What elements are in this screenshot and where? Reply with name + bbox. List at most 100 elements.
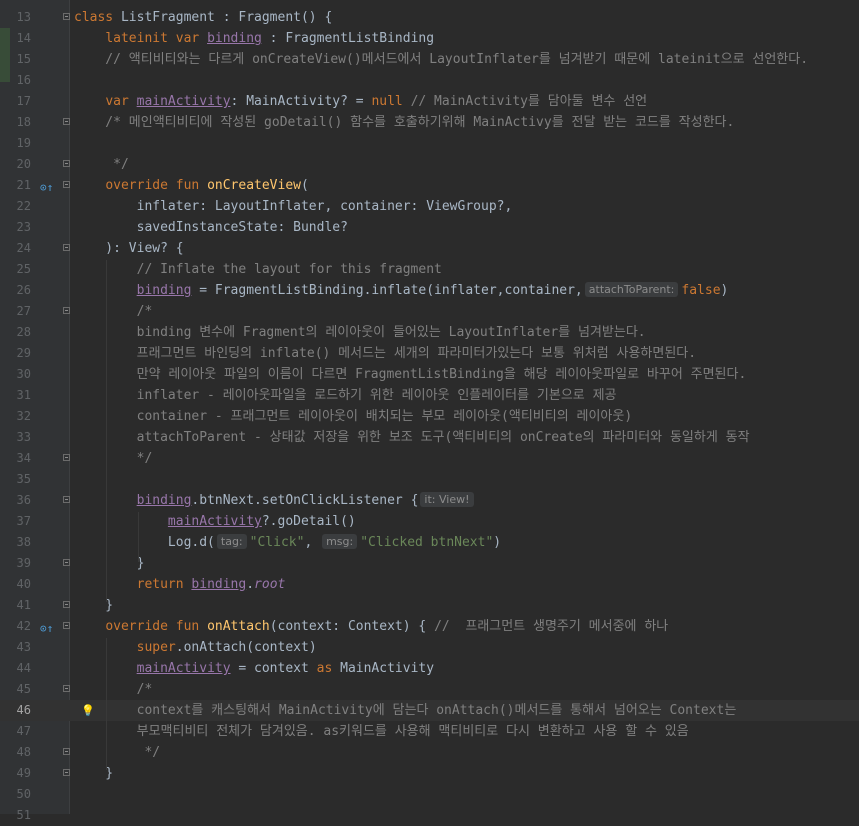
code-line-14[interactable]: 14 lateinit var binding : FragmentListBi… xyxy=(0,28,859,49)
code-line-31[interactable]: 31 inflater - 레이아웃파일을 로드하기 위한 레이아웃 인플레이터… xyxy=(0,385,859,406)
code-line-15[interactable]: 15 // 액티비티와는 다르게 onCreateView()메서드에서 Lay… xyxy=(0,49,859,70)
override-method-icon[interactable]: ⊙↑ xyxy=(40,618,53,639)
code-line-27[interactable]: 27 /* xyxy=(0,301,859,322)
line-number[interactable]: 46 xyxy=(0,700,31,721)
code-text[interactable]: } xyxy=(74,595,113,616)
code-text[interactable]: // 액티비티와는 다르게 onCreateView()메서드에서 Layout… xyxy=(74,49,808,70)
code-line-21[interactable]: 21 ⊙↑ override fun onCreateView( xyxy=(0,175,859,196)
code-line-22[interactable]: 22 inflater: LayoutInflater, container: … xyxy=(0,196,859,217)
line-number[interactable]: 22 xyxy=(0,196,31,217)
line-number[interactable]: 51 xyxy=(0,805,31,826)
line-number[interactable]: 40 xyxy=(0,574,31,595)
line-number[interactable]: 49 xyxy=(0,763,31,784)
code-line-32[interactable]: 32 container - 프래그먼트 레이아웃이 배치되는 부모 레이아웃(… xyxy=(0,406,859,427)
code-line-49[interactable]: 49 } xyxy=(0,763,859,784)
line-number[interactable]: 31 xyxy=(0,385,31,406)
override-method-icon[interactable]: ⊙↑ xyxy=(40,177,53,198)
code-text[interactable]: 프래그먼트 바인딩의 inflate() 메서드는 세개의 파라미터가있는다 보… xyxy=(74,343,696,364)
code-text[interactable]: class ListFragment : Fragment() { xyxy=(74,7,332,28)
code-line-42[interactable]: 42 ⊙↑ override fun onAttach(context: Cont… xyxy=(0,616,859,637)
fold-toggle-icon[interactable] xyxy=(63,454,70,461)
fold-toggle-icon[interactable] xyxy=(63,748,70,755)
code-line-40[interactable]: 40 return binding.root xyxy=(0,574,859,595)
line-number[interactable]: 13 xyxy=(0,7,31,28)
code-line-38[interactable]: 38 Log.d(tag: "Click", msg: "Clicked btnNe… xyxy=(0,532,859,553)
line-number[interactable]: 20 xyxy=(0,154,31,175)
line-number[interactable]: 25 xyxy=(0,259,31,280)
fold-toggle-icon[interactable] xyxy=(63,769,70,776)
line-number[interactable]: 30 xyxy=(0,364,31,385)
line-number[interactable]: 23 xyxy=(0,217,31,238)
code-line-26[interactable]: 26 binding = FragmentListBinding.inflate… xyxy=(0,280,859,301)
code-text[interactable]: attachToParent - 상태값 저장을 위한 보조 도구(액티비티의 … xyxy=(74,427,750,448)
code-text[interactable]: mainActivity = context as MainActivity xyxy=(74,658,434,679)
fold-toggle-icon[interactable] xyxy=(63,118,70,125)
line-number[interactable]: 41 xyxy=(0,595,31,616)
code-text[interactable]: ): View? { xyxy=(74,238,183,259)
code-text[interactable]: // Inflate the layout for this fragment xyxy=(74,259,442,280)
fold-toggle-icon[interactable] xyxy=(63,13,70,20)
fold-toggle-icon[interactable] xyxy=(63,496,70,503)
line-number[interactable]: 48 xyxy=(0,742,31,763)
code-line-47[interactable]: 47 부모맥티비티 전체가 담겨있음. as키워드를 사용해 맥티비티로 다시 … xyxy=(0,721,859,742)
line-number[interactable]: 34 xyxy=(0,448,31,469)
code-text[interactable]: super.onAttach(context) xyxy=(74,637,317,658)
line-number[interactable]: 38 xyxy=(0,532,31,553)
line-number[interactable]: 47 xyxy=(0,721,31,742)
line-number[interactable]: 37 xyxy=(0,511,31,532)
code-line-23[interactable]: 23 savedInstanceState: Bundle? xyxy=(0,217,859,238)
code-text[interactable]: override fun onAttach(context: Context) … xyxy=(74,616,668,637)
code-line-29[interactable]: 29 프래그먼트 바인딩의 inflate() 메서드는 세개의 파라미터가있는… xyxy=(0,343,859,364)
fold-toggle-icon[interactable] xyxy=(63,181,70,188)
code-text[interactable]: 만약 레이아웃 파일의 이름이 다르면 FragmentListBinding을… xyxy=(74,364,747,385)
code-line-28[interactable]: 28 binding 변수에 Fragment의 레이아웃이 들어있는 Layo… xyxy=(0,322,859,343)
code-text[interactable]: /* xyxy=(74,301,153,322)
fold-toggle-icon[interactable] xyxy=(63,685,70,692)
line-number[interactable]: 35 xyxy=(0,469,31,490)
fold-toggle-icon[interactable] xyxy=(63,622,70,629)
line-number[interactable]: 19 xyxy=(0,133,31,154)
code-line-37[interactable]: 37 mainActivity?.goDetail() xyxy=(0,511,859,532)
code-line-33[interactable]: 33 attachToParent - 상태값 저장을 위한 보조 도구(액티비… xyxy=(0,427,859,448)
code-text[interactable]: mainActivity?.goDetail() xyxy=(74,511,356,532)
code-text[interactable]: inflater: LayoutInflater, container: Vie… xyxy=(74,196,513,217)
code-text[interactable]: binding = FragmentListBinding.inflate(in… xyxy=(74,280,728,301)
fold-toggle-icon[interactable] xyxy=(63,244,70,251)
line-number[interactable]: 26 xyxy=(0,280,31,301)
line-number[interactable]: 42 xyxy=(0,616,31,637)
code-text[interactable]: 부모맥티비티 전체가 담겨있음. as키워드를 사용해 맥티비티로 다시 변환하… xyxy=(74,721,689,742)
code-line-13[interactable]: 13 class ListFragment : Fragment() { xyxy=(0,7,859,28)
code-line-17[interactable]: 17 var mainActivity: MainActivity? = nul… xyxy=(0,91,859,112)
line-number[interactable]: 32 xyxy=(0,406,31,427)
code-line-50[interactable]: 50 xyxy=(0,784,859,805)
code-text[interactable]: } xyxy=(74,763,113,784)
code-text[interactable]: savedInstanceState: Bundle? xyxy=(74,217,348,238)
line-number[interactable]: 50 xyxy=(0,784,31,805)
code-line-24[interactable]: 24 ): View? { xyxy=(0,238,859,259)
fold-toggle-icon[interactable] xyxy=(63,559,70,566)
line-number[interactable]: 39 xyxy=(0,553,31,574)
fold-toggle-icon[interactable] xyxy=(63,601,70,608)
line-number[interactable]: 36 xyxy=(0,490,31,511)
code-text[interactable]: /* 메인액티비티에 작성된 goDetail() 함수를 호출하기위해 Mai… xyxy=(74,112,734,133)
code-line-41[interactable]: 41 } xyxy=(0,595,859,616)
code-line-34[interactable]: 34 */ xyxy=(0,448,859,469)
fold-toggle-icon[interactable] xyxy=(63,307,70,314)
code-text[interactable]: inflater - 레이아웃파일을 로드하기 위한 레이아웃 인플레이터를 기… xyxy=(74,385,617,406)
code-text[interactable]: var mainActivity: MainActivity? = null /… xyxy=(74,91,647,112)
code-line-45[interactable]: 45 /* xyxy=(0,679,859,700)
code-line-43[interactable]: 43 super.onAttach(context) xyxy=(0,637,859,658)
code-text[interactable]: container - 프래그먼트 레이아웃이 배치되는 부모 레이아웃(액티비… xyxy=(74,406,633,427)
code-text[interactable]: /* xyxy=(74,679,153,700)
line-number[interactable]: 17 xyxy=(0,91,31,112)
code-text[interactable]: */ xyxy=(74,742,160,763)
code-line-51[interactable]: 51 xyxy=(0,805,859,826)
code-line-48[interactable]: 48 */ xyxy=(0,742,859,763)
line-number[interactable]: 29 xyxy=(0,343,31,364)
line-number[interactable]: 24 xyxy=(0,238,31,259)
code-line-16[interactable]: 16 xyxy=(0,70,859,91)
line-number[interactable]: 15 xyxy=(0,49,31,70)
code-line-19[interactable]: 19 xyxy=(0,133,859,154)
line-number[interactable]: 18 xyxy=(0,112,31,133)
code-line-46[interactable]: 46 💡 context를 캐스팅해서 MainActivity에 담는다 onA… xyxy=(0,700,859,721)
